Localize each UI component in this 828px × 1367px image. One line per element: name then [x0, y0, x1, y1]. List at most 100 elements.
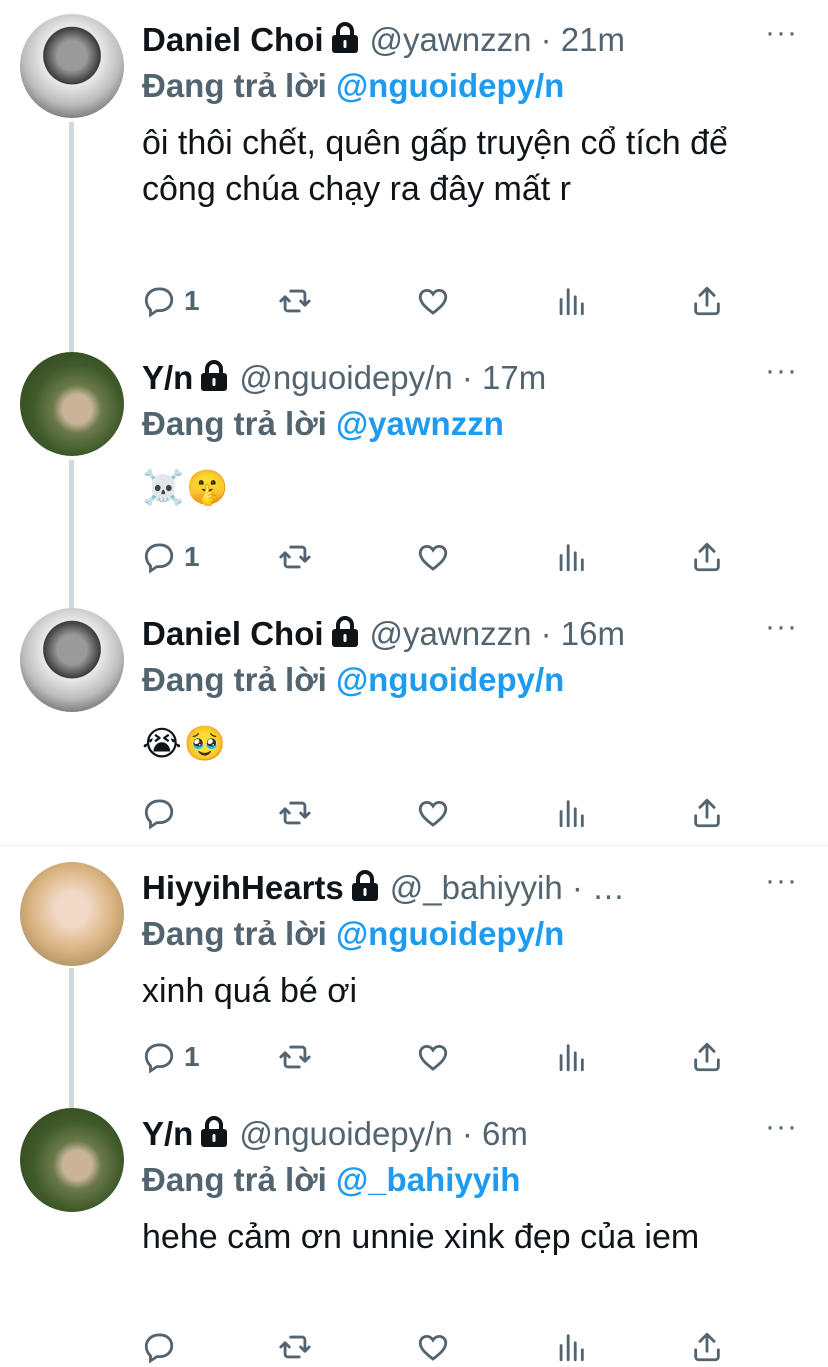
like-button[interactable] [416, 284, 450, 318]
share-button[interactable] [690, 1040, 724, 1074]
display-name[interactable]: HiyyihHearts [142, 869, 344, 906]
reply-prefix: Đang trả lời [142, 915, 336, 952]
reply-button[interactable] [142, 1330, 184, 1364]
share-button[interactable] [690, 1330, 724, 1364]
mention-link[interactable]: @nguoidepy/n [336, 661, 564, 698]
avatar[interactable] [20, 862, 124, 966]
retweet-button[interactable] [278, 1040, 312, 1074]
display-name[interactable]: Y/n [142, 359, 193, 396]
tweet-text: hehe cảm ơn unnie xink đẹp của iem [142, 1218, 700, 1256]
more-icon[interactable]: ··· [765, 356, 798, 386]
more-icon[interactable]: ··· [765, 612, 798, 642]
handle[interactable]: @yawnzzn [370, 615, 532, 652]
lock-icon [197, 1116, 231, 1157]
share-icon [690, 284, 724, 318]
reply-prefix: Đang trả lời [142, 405, 336, 442]
views-button[interactable] [554, 796, 588, 830]
action-bar: 1 [142, 284, 762, 318]
share-icon [690, 1040, 724, 1074]
separator: · [452, 1115, 482, 1152]
tweet[interactable]: Daniel Choi @yawnzzn · 21m ··· Đang trả l… [0, 14, 828, 334]
like-button[interactable] [416, 1040, 450, 1074]
views-button[interactable] [554, 1330, 588, 1364]
tweet[interactable]: HiyyihHearts @_bahiyyih · … ··· Đang trả … [0, 862, 828, 1088]
mention-link[interactable]: @nguoidepy/n [336, 67, 564, 104]
mention-link[interactable]: @nguoidepy/n [336, 915, 564, 952]
like-button[interactable] [416, 1330, 450, 1364]
views-button[interactable] [554, 540, 588, 574]
reply-count: 1 [184, 541, 200, 572]
tweet[interactable]: Daniel Choi @yawnzzn · 16m ··· Đang trả l… [0, 608, 828, 838]
like-button[interactable] [416, 796, 450, 830]
share-button[interactable] [690, 796, 724, 830]
timestamp[interactable]: 17m [482, 359, 546, 396]
reply-context: Đang trả lời @nguoidepy/n [142, 914, 564, 954]
action-bar: 1 [142, 1040, 762, 1074]
like-button[interactable] [416, 540, 450, 574]
mention-link[interactable]: @_bahiyyih [336, 1161, 520, 1198]
analytics-icon [554, 1040, 588, 1074]
avatar[interactable] [20, 352, 124, 456]
divider [0, 845, 828, 846]
reply-button[interactable] [142, 796, 184, 830]
reply-icon [142, 1040, 176, 1074]
handle[interactable]: @yawnzzn [370, 21, 532, 58]
lock-icon [197, 360, 231, 401]
share-button[interactable] [690, 284, 724, 318]
lock-icon [328, 22, 362, 63]
more-icon[interactable]: ··· [765, 866, 798, 896]
retweet-icon [278, 796, 312, 830]
avatar[interactable] [20, 608, 124, 712]
retweet-icon [278, 284, 312, 318]
reply-icon [142, 284, 176, 318]
tweet[interactable]: Y/n @nguoidepy/n · 17m ··· Đang trả lời @… [0, 352, 828, 592]
tweet-emoji: 😭🥹 [142, 724, 229, 764]
views-button[interactable] [554, 284, 588, 318]
retweet-button[interactable] [278, 284, 312, 318]
handle[interactable]: @nguoidepy/n [239, 359, 452, 396]
avatar[interactable] [20, 14, 124, 118]
display-name[interactable]: Y/n [142, 1115, 193, 1152]
analytics-icon [554, 796, 588, 830]
analytics-icon [554, 540, 588, 574]
timestamp[interactable]: … [592, 869, 625, 906]
tweet-emoji: ☠️🤫 [142, 468, 231, 508]
timestamp[interactable]: 6m [482, 1115, 528, 1152]
more-icon[interactable]: ··· [765, 18, 798, 48]
reply-button[interactable]: 1 [142, 284, 200, 318]
separator: · [531, 615, 561, 652]
display-name[interactable]: Daniel Choi [142, 21, 324, 58]
more-icon[interactable]: ··· [765, 1112, 798, 1142]
reply-button[interactable]: 1 [142, 1040, 200, 1074]
heart-icon [416, 796, 450, 830]
reply-prefix: Đang trả lời [142, 661, 336, 698]
display-name[interactable]: Daniel Choi [142, 615, 324, 652]
separator: · [452, 359, 482, 396]
analytics-icon [554, 1330, 588, 1364]
timestamp[interactable]: 16m [561, 615, 625, 652]
reply-context: Đang trả lời @nguoidepy/n [142, 660, 564, 700]
share-button[interactable] [690, 540, 724, 574]
retweet-button[interactable] [278, 540, 312, 574]
reply-count: 1 [184, 1041, 200, 1072]
retweet-icon [278, 540, 312, 574]
views-button[interactable] [554, 1040, 588, 1074]
avatar[interactable] [20, 1108, 124, 1212]
handle[interactable]: @_bahiyyih [390, 869, 563, 906]
tweet[interactable]: Y/n @nguoidepy/n · 6m ··· Đang trả lời @_… [0, 1108, 828, 1367]
action-bar [142, 796, 762, 830]
reply-context: Đang trả lời @_bahiyyih [142, 1160, 520, 1200]
mention-link[interactable]: @yawnzzn [336, 405, 504, 442]
retweet-button[interactable] [278, 1330, 312, 1364]
heart-icon [416, 284, 450, 318]
retweet-button[interactable] [278, 796, 312, 830]
retweet-icon [278, 1040, 312, 1074]
handle[interactable]: @nguoidepy/n [239, 1115, 452, 1152]
share-icon [690, 796, 724, 830]
reply-icon [142, 540, 176, 574]
share-icon [690, 540, 724, 574]
separator: · [562, 869, 593, 906]
heart-icon [416, 1040, 450, 1074]
reply-button[interactable]: 1 [142, 540, 200, 574]
timestamp[interactable]: 21m [561, 21, 625, 58]
